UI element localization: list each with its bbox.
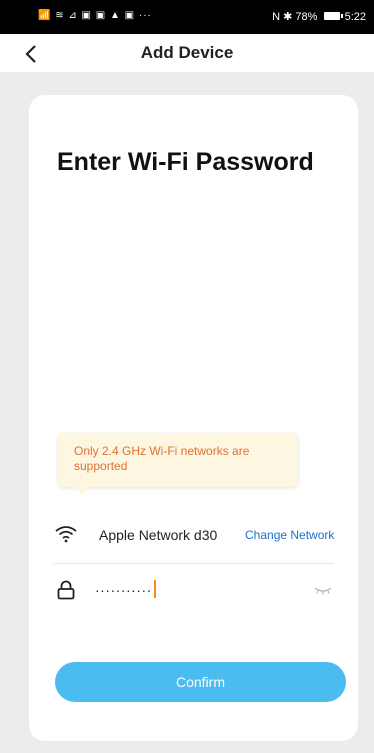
wifi-password-card: Enter Wi-Fi Password Only 2.4 GHz Wi-Fi … (29, 95, 358, 741)
battery-icon (323, 12, 343, 21)
status-time: 5:22 (344, 11, 366, 23)
eye-closed-icon[interactable] (313, 586, 333, 596)
change-network-link[interactable]: Change Network (245, 528, 334, 542)
bluetooth-icon: ✱ (283, 11, 293, 23)
battery-percent: 78% (295, 11, 318, 23)
nav-bar: Add Device (0, 34, 374, 72)
card-heading: Enter Wi-Fi Password (57, 148, 314, 176)
password-input[interactable] (95, 579, 295, 601)
wifi-icon (55, 526, 77, 543)
nfc-icon: N (272, 11, 281, 23)
tooltip-text: Only 2.4 GHz Wi-Fi networks are supporte… (74, 444, 250, 473)
page-title: Add Device (140, 43, 234, 62)
divider (53, 563, 334, 564)
text-caret (154, 580, 156, 598)
status-bar: 📶 ≋ ⊿ ▣ ▣ ▲ ▣ ··· N ✱ 78% 5:22 (0, 0, 374, 34)
confirm-button[interactable]: Confirm (55, 662, 346, 702)
frequency-tooltip: Only 2.4 GHz Wi-Fi networks are supporte… (58, 433, 298, 495)
lock-icon (57, 580, 75, 600)
status-right-cluster: N ✱ 78% 5:22 (272, 10, 366, 23)
status-icons: 📶 ≋ ⊿ ▣ ▣ ▲ ▣ ··· (38, 10, 152, 21)
network-name: Apple Network d30 (99, 527, 218, 543)
